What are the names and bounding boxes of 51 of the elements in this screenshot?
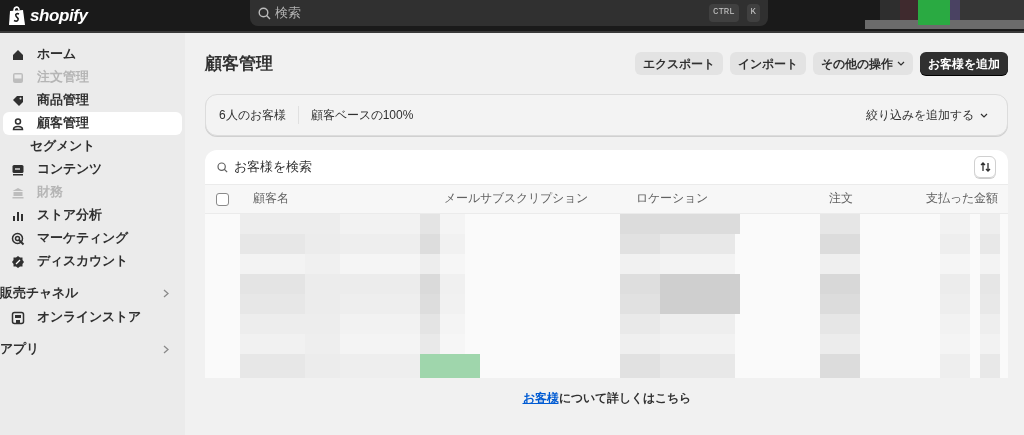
chevron-down-icon [980, 112, 988, 118]
filter-button[interactable]: 絞り込みを追加する [866, 106, 994, 124]
chevron-down-icon [897, 61, 905, 66]
column-header[interactable]: 顧客名 [253, 190, 444, 208]
search-field[interactable]: 検索 [275, 3, 701, 23]
shortcut-key: CTRL [709, 4, 739, 22]
bank-icon [11, 185, 25, 200]
column-header[interactable]: 支払った金額 [926, 190, 998, 208]
help-note: お客様について詳しくはこちら [521, 390, 692, 407]
help-link[interactable]: お客様 [522, 392, 559, 404]
nav-item[interactable]: マーケティング [3, 227, 182, 250]
column-header[interactable]: ロケーション [636, 190, 829, 208]
shortcut-key: K [746, 4, 760, 22]
customer-count: 6人のお客様 [219, 106, 299, 124]
nav-item[interactable]: 顧客管理 [3, 112, 182, 135]
home-icon [11, 47, 25, 62]
nav-item[interactable]: コンテンツ [3, 158, 182, 181]
sort-button[interactable] [974, 156, 996, 178]
inbox-icon [11, 70, 25, 85]
search-icon [217, 161, 228, 173]
menu-button[interactable]: その他の操作 [813, 52, 913, 75]
select-all-checkbox[interactable] [216, 192, 229, 206]
nav-item[interactable]: 商品管理 [3, 89, 182, 112]
sort-icon [979, 162, 991, 172]
monitor-icon [11, 162, 25, 177]
action-button[interactable]: エクスポート [635, 52, 723, 75]
search-bar[interactable]: 検索 CTRL K [250, 0, 768, 26]
badge-icon [11, 254, 25, 269]
tag-icon [11, 93, 25, 108]
section-heading: アプリ [0, 341, 39, 359]
nav-item[interactable]: セグメント [3, 135, 182, 158]
column-header[interactable]: メールサブスクリプション [444, 190, 636, 208]
action-button[interactable]: お客様を追加 [920, 52, 1008, 75]
nav-item[interactable]: ディスカウント [3, 250, 182, 273]
action-button[interactable]: インポート [730, 52, 806, 75]
page-title: 顧客管理 [205, 52, 273, 75]
person-icon [11, 116, 25, 131]
nav-item[interactable]: ホーム [3, 43, 182, 66]
target-icon [11, 231, 25, 246]
column-header[interactable]: 注文 [829, 190, 926, 208]
nav-item[interactable]: ストア分析 [3, 204, 182, 227]
shopping-bag-icon [8, 5, 26, 26]
brand-name: shopify [30, 4, 88, 27]
nav-item[interactable]: オンラインストア [3, 306, 182, 329]
storefront-icon [11, 310, 25, 325]
chevron-right-icon[interactable] [163, 289, 169, 298]
customer-share: 顧客ベースの100% [309, 107, 415, 124]
customer-search-field[interactable]: お客様を検索 [234, 157, 966, 177]
section-heading: 販売チャネル [0, 285, 78, 303]
chevron-right-icon[interactable] [163, 345, 169, 354]
search-icon [258, 6, 271, 20]
